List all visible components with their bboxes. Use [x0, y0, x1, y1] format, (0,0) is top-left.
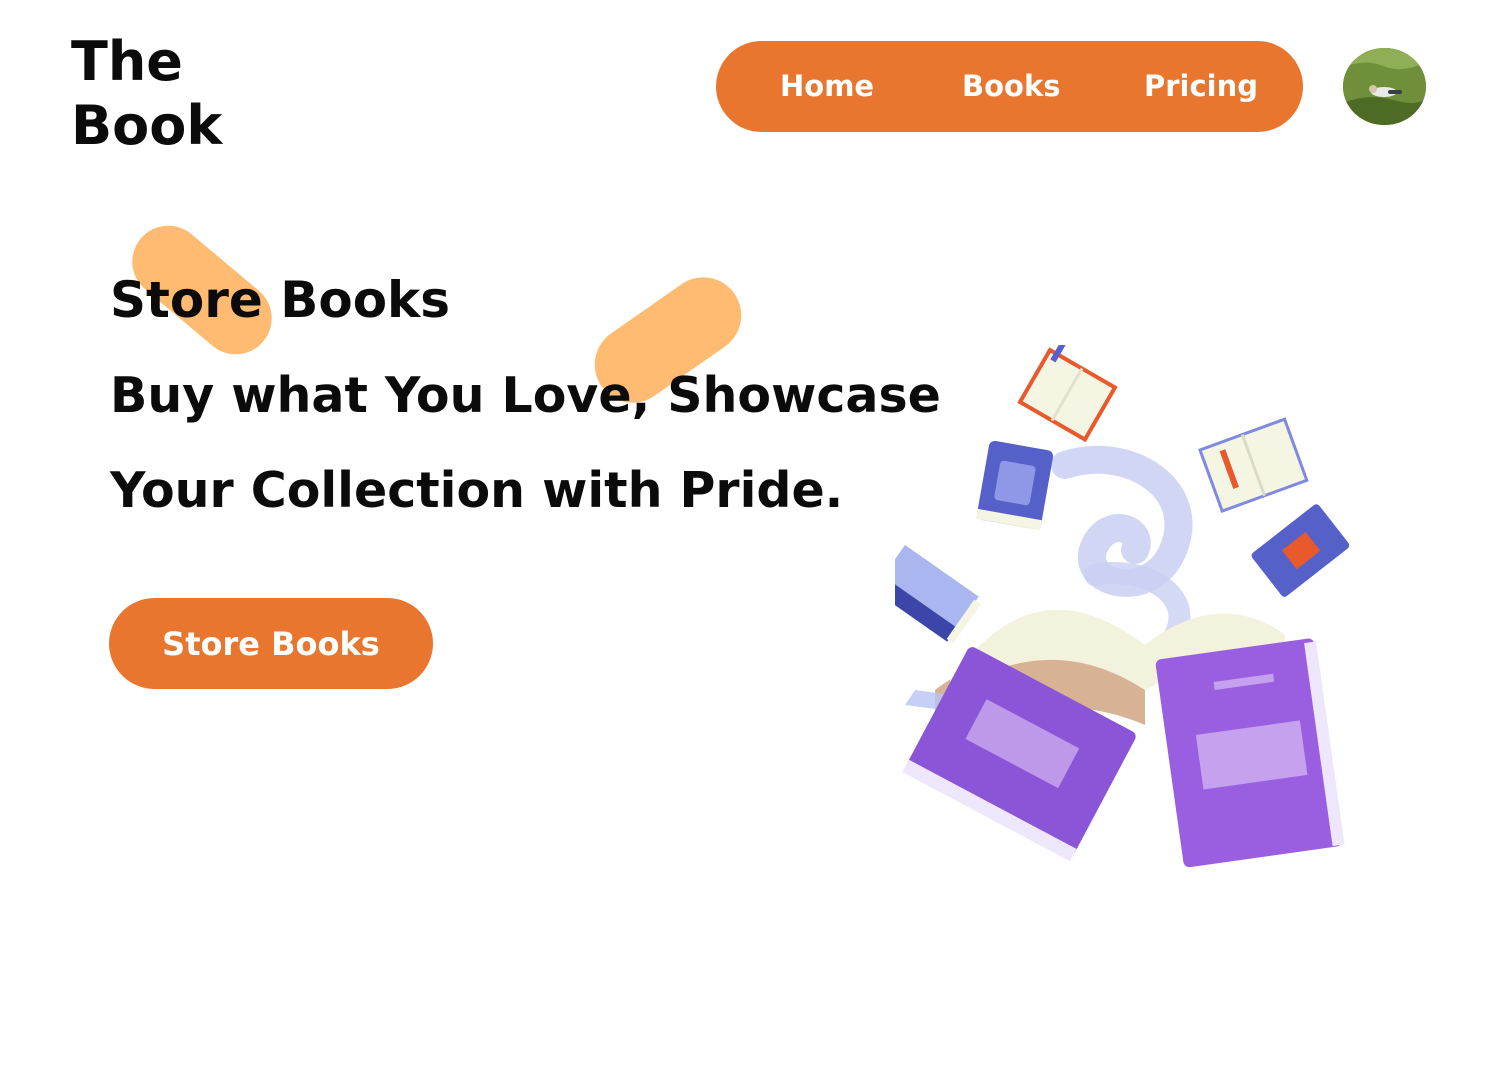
brand-logo[interactable]: The Book	[71, 30, 222, 158]
hero-tagline-line1: Buy what You Love, Showcase	[110, 367, 941, 424]
hero-headline: Store Books	[110, 271, 451, 329]
nav-link-home[interactable]: Home	[780, 67, 874, 105]
nav-link-books[interactable]: Books	[962, 67, 1061, 105]
avatar-photo-icon	[1343, 48, 1426, 125]
brand-logo-line1: The	[71, 30, 183, 93]
hero-tagline: Buy what You Love, Showcase Your Collect…	[110, 348, 941, 538]
nav-link-pricing[interactable]: Pricing	[1144, 67, 1258, 105]
store-books-button[interactable]: Store Books	[109, 598, 433, 689]
flying-books-illustration	[895, 345, 1350, 868]
brand-logo-line2: Book	[71, 94, 223, 157]
main-nav: Home Books Pricing	[716, 41, 1303, 132]
user-avatar[interactable]	[1343, 48, 1426, 125]
hero-tagline-line2: Your Collection with Pride.	[110, 462, 844, 519]
